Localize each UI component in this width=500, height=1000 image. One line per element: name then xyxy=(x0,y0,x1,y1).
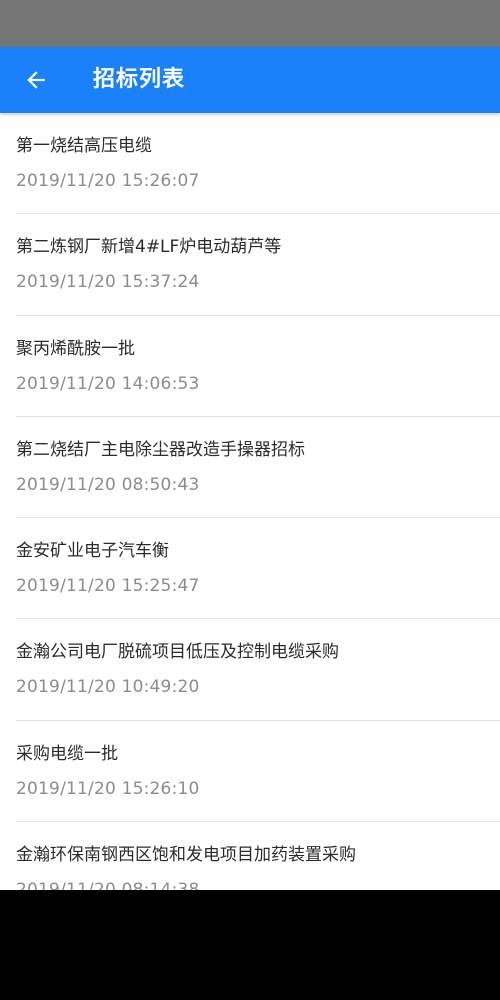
tender-title: 采购电缆一批 xyxy=(16,743,118,764)
tender-item[interactable]: 第二炼钢厂新增4#LF炉电动葫芦等 2019/11/20 15:37:24 xyxy=(0,214,500,316)
tender-item[interactable]: 采购电缆一批 2019/11/20 15:26:10 xyxy=(0,721,500,823)
back-button[interactable] xyxy=(12,56,60,104)
tender-time: 2019/11/20 08:50:43 xyxy=(16,474,200,495)
tender-list-container[interactable]: 第一烧结高压电缆 2019/11/20 15:26:07 第二炼钢厂新增4#LF… xyxy=(0,113,500,890)
tender-time: 2019/11/20 15:26:10 xyxy=(16,778,200,799)
tender-item[interactable]: 金瀚环保南钢西区饱和发电项目加药装置采购 2019/11/20 08:14:38 xyxy=(0,822,500,890)
arrow-left-icon xyxy=(23,67,49,93)
tender-time: 2019/11/20 15:25:47 xyxy=(16,576,200,597)
status-bar xyxy=(0,0,500,47)
tender-title: 聚丙烯酰胺一批 xyxy=(16,338,135,359)
tender-title: 第二炼钢厂新增4#LF炉电动葫芦等 xyxy=(16,237,282,258)
tender-title: 金安矿业电子汽车衡 xyxy=(16,541,169,562)
tender-title: 金瀚环保南钢西区饱和发电项目加药装置采购 xyxy=(16,845,356,866)
tender-item[interactable]: 金安矿业电子汽车衡 2019/11/20 15:25:47 xyxy=(0,518,500,620)
tender-list: 第一烧结高压电缆 2019/11/20 15:26:07 第二炼钢厂新增4#LF… xyxy=(0,113,500,890)
tender-time: 2019/11/20 14:06:53 xyxy=(16,373,200,394)
tender-time: 2019/11/20 08:14:38 xyxy=(16,878,200,890)
tender-item[interactable]: 金瀚公司电厂脱硫项目低压及控制电缆采购 2019/11/20 10:49:20 xyxy=(0,619,500,722)
tender-time: 2019/11/20 15:26:07 xyxy=(16,171,200,191)
tender-title: 第一烧结高压电缆 xyxy=(16,136,152,156)
tender-item[interactable]: 第一烧结高压电缆 2019/11/20 15:26:07 xyxy=(0,113,500,215)
tender-time: 2019/11/20 15:37:24 xyxy=(16,272,200,293)
navigation-bar xyxy=(0,890,500,1000)
app-bar: 招标列表 xyxy=(0,47,500,113)
tender-title: 金瀚公司电厂脱硫项目低压及控制电缆采购 xyxy=(16,642,339,663)
page-title: 招标列表 xyxy=(93,67,186,92)
tender-item[interactable]: 聚丙烯酰胺一批 2019/11/20 14:06:53 xyxy=(0,316,500,418)
app-screen: 招标列表 第一烧结高压电缆 2019/11/20 15:26:07 第二炼钢厂新… xyxy=(0,0,500,1000)
tender-title: 第二烧结厂主电除尘器改造手操器招标 xyxy=(16,439,305,460)
tender-item[interactable]: 第二烧结厂主电除尘器改造手操器招标 2019/11/20 08:50:43 xyxy=(0,417,500,519)
tender-time: 2019/11/20 10:49:20 xyxy=(16,677,200,698)
